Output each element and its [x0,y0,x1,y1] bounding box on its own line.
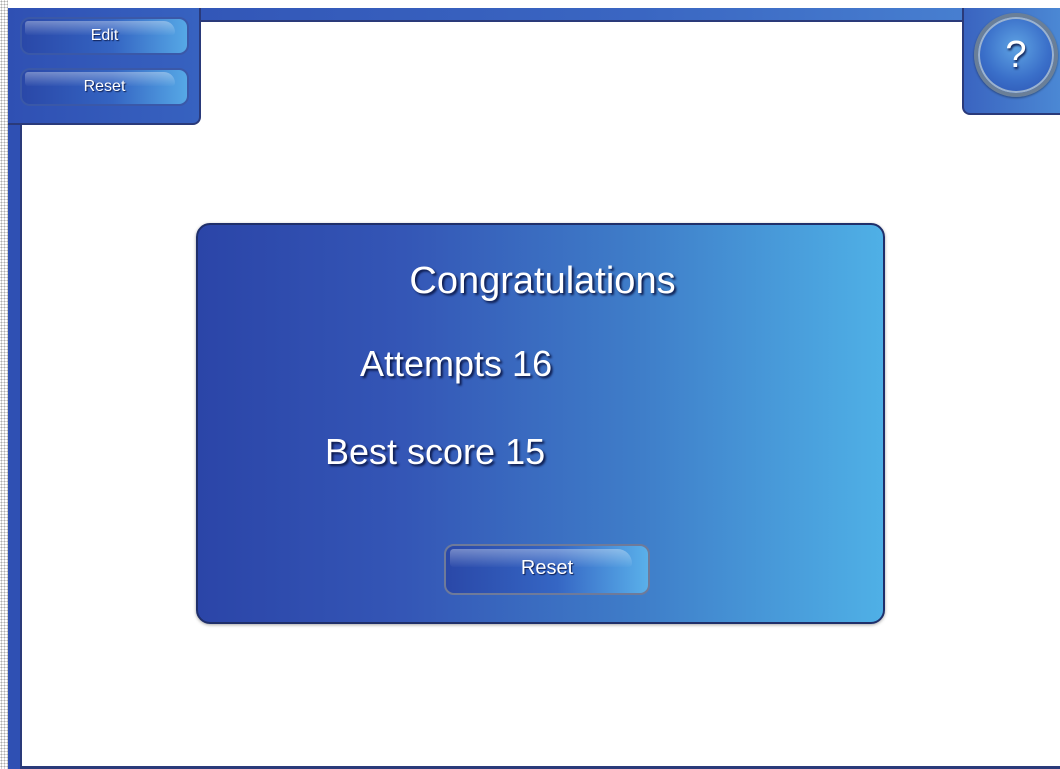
question-mark-icon: ? [1005,34,1027,76]
best-score: Best score 15 [325,431,546,472]
reset-button-label: Reset [83,78,126,95]
dialog-title: Congratulations [409,260,676,302]
result-dialog: Congratulations Attempts 16 Best score 1… [196,223,885,624]
page-edge [0,0,8,769]
dialog-reset-button[interactable]: Reset [444,544,650,595]
attempts-count: Attempts 16 [360,343,553,384]
edit-button-label: Edit [90,27,119,44]
help-button[interactable]: ? [974,13,1058,97]
reset-button[interactable]: Reset [20,68,189,106]
edit-button[interactable]: Edit [20,17,189,55]
dialog-reset-label: Reset [520,557,574,579]
